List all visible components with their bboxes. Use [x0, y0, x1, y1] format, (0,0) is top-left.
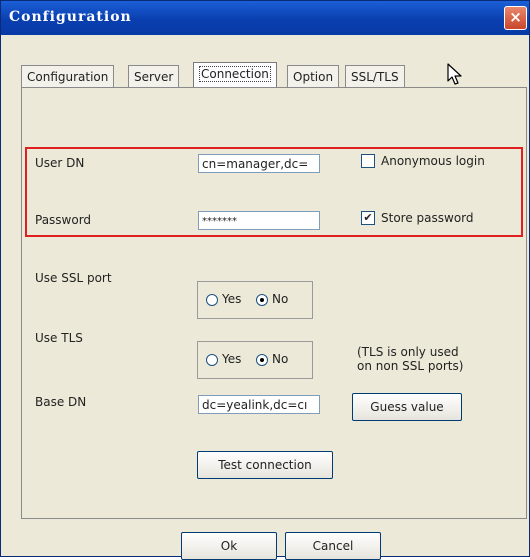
tls-no-label: No: [272, 352, 289, 366]
base-dn-input[interactable]: dc=yealink,dc=cı: [198, 395, 320, 414]
tab-connection-label: Connection: [199, 66, 271, 82]
tls-yes-label: Yes: [222, 352, 242, 366]
tls-note-line2: on non SSL ports): [357, 359, 464, 373]
tls-yes-radio[interactable]: [206, 354, 218, 366]
tls-radio-group: Yes No: [197, 341, 313, 379]
ssl-yes-label: Yes: [222, 292, 242, 306]
ssl-no-radio[interactable]: [256, 294, 268, 306]
tab-option[interactable]: Option: [287, 65, 340, 88]
ok-button[interactable]: Ok: [181, 532, 277, 560]
tab-configuration[interactable]: Configuration: [21, 65, 115, 88]
use-tls-label: Use TLS: [35, 331, 83, 345]
close-icon[interactable]: ×: [504, 6, 527, 30]
ssl-no-label: No: [272, 292, 289, 306]
tab-connection[interactable]: Connection: [193, 62, 277, 88]
highlight-box: [25, 147, 523, 237]
use-ssl-port-label: Use SSL port: [35, 271, 112, 285]
ssl-port-radio-group: Yes No: [197, 281, 313, 319]
ssl-yes-radio[interactable]: [206, 294, 218, 306]
base-dn-label: Base DN: [35, 395, 87, 409]
configuration-dialog: Configuration × Configuration Server Con…: [0, 0, 530, 560]
guess-value-button[interactable]: Guess value: [352, 393, 462, 421]
tab-ssl-tls[interactable]: SSL/TLS: [345, 65, 405, 88]
tab-server[interactable]: Server: [128, 65, 180, 88]
tls-note-line1: (TLS is only used: [357, 345, 459, 359]
tls-no-radio[interactable]: [256, 354, 268, 366]
window-title: Configuration: [9, 9, 132, 25]
title-bar[interactable]: Configuration ×: [1, 1, 529, 35]
mouse-pointer-icon: [447, 63, 462, 85]
cancel-button[interactable]: Cancel: [285, 532, 381, 560]
test-connection-button[interactable]: Test connection: [197, 451, 333, 479]
